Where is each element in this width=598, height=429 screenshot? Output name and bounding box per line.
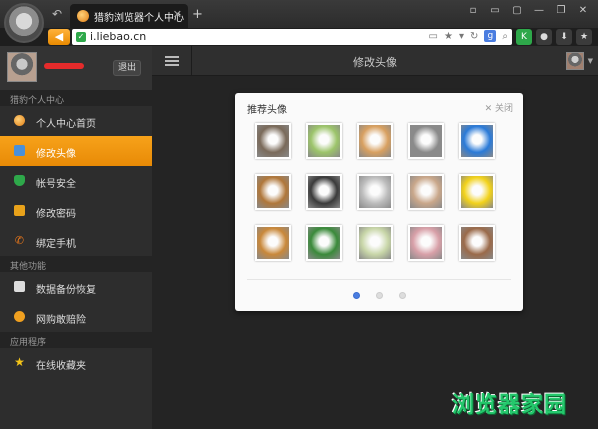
shield-icon — [14, 175, 25, 186]
avatar-option-frog[interactable] — [306, 123, 342, 159]
pagination — [235, 289, 523, 302]
sidebar-item-label: 帐号安全 — [36, 179, 76, 190]
sidebar: 退出 猎豹个人中心 个人中心首页 修改头像 帐号安全 修改密码 ✆ 绑定手机 其… — [0, 46, 152, 429]
section-other: 其他功能 — [0, 256, 152, 272]
coin-icon — [14, 311, 25, 322]
title-bar: ↶ 猎豹浏览器个人中心 ✕ + ▫ ▭ ▢ — ❐ ✕ — [0, 0, 598, 43]
avatar-option-bottle[interactable] — [357, 225, 393, 261]
minimize-button[interactable]: — — [530, 3, 548, 19]
sidebar-item-label: 修改密码 — [36, 209, 76, 220]
header-avatar[interactable] — [566, 52, 584, 70]
url-text: i.liebao.cn — [90, 30, 147, 43]
search-icon[interactable]: ⌕ — [502, 31, 508, 42]
avatar-option-camel[interactable] — [255, 174, 291, 210]
avatar-option-monkey[interactable] — [255, 123, 291, 159]
star-icon: ★ — [14, 355, 25, 369]
avatar-picker-dialog: 推荐头像 ✕ 关闭 — [235, 93, 523, 311]
browser-logo[interactable] — [4, 3, 44, 43]
restore-icon[interactable]: ▢ — [508, 3, 526, 19]
section-apps: 应用程序 — [0, 332, 152, 348]
sidebar-item-bookmarks[interactable]: ★ 在线收藏夹 — [0, 348, 152, 378]
menu-icon[interactable]: ▭ — [486, 3, 504, 19]
username-redacted — [44, 63, 84, 69]
reader-icon[interactable]: ▭ — [429, 31, 438, 42]
page-dot-1[interactable] — [352, 292, 360, 299]
avatar-option-spongebob[interactable] — [459, 174, 495, 210]
url-tools: ▭ ★ ▾ ↻ g ⌕ — [429, 30, 508, 42]
dropdown-icon[interactable]: ▾ — [459, 31, 464, 42]
liebao-favicon-icon — [77, 10, 89, 22]
main-content: 修改头像 ▼ 推荐头像 ✕ 关闭 — [152, 46, 598, 429]
address-bar: ◀ ✓ i.liebao.cn ▭ ★ ▾ ↻ g ⌕ K ● ⬇ ★ — [0, 28, 598, 46]
download-icon[interactable]: ⬇ — [556, 29, 572, 45]
phone-icon: ✆ — [14, 234, 25, 247]
new-tab-button[interactable]: + — [192, 7, 203, 22]
avatar-option-girl-bun[interactable] — [408, 174, 444, 210]
kingsoft-icon[interactable]: K — [516, 29, 532, 45]
sidebar-item-insurance[interactable]: 网购敢赔险 — [0, 302, 152, 332]
avatar-option-doraemon[interactable] — [459, 123, 495, 159]
sidebar-item-label: 个人中心首页 — [36, 119, 96, 130]
user-panel: 退出 — [0, 46, 152, 90]
sidebar-item-home[interactable]: 个人中心首页 — [0, 106, 152, 136]
sidebar-item-password[interactable]: 修改密码 — [0, 196, 152, 226]
skin-icon[interactable]: ▫ — [464, 3, 482, 19]
avatar-option-flower[interactable] — [408, 225, 444, 261]
avatar[interactable] — [7, 52, 37, 82]
divider — [247, 279, 511, 280]
sidebar-item-label: 修改头像 — [36, 149, 76, 160]
window-controls: ▫ ▭ ▢ — ❐ ✕ — [464, 3, 592, 19]
lock-icon — [14, 205, 25, 216]
lock-ext-icon[interactable]: ● — [536, 29, 552, 45]
page-dot-2[interactable] — [375, 292, 383, 299]
avatar-option-bw-figure[interactable] — [408, 123, 444, 159]
avatar-option-girl-hat[interactable] — [357, 123, 393, 159]
close-window-button[interactable]: ✕ — [574, 3, 592, 19]
url-field[interactable]: ✓ i.liebao.cn ▭ ★ ▾ ↻ g ⌕ — [72, 29, 512, 45]
sidebar-item-label: 绑定手机 — [36, 239, 76, 250]
page-title: 修改头像 — [353, 56, 397, 69]
sidebar-item-avatar[interactable]: 修改头像 — [0, 136, 152, 166]
watermark: 浏览器家园 — [452, 393, 568, 418]
sidebar-item-security[interactable]: 帐号安全 — [0, 166, 152, 196]
sidebar-item-phone[interactable]: ✆ 绑定手机 — [0, 226, 152, 256]
favorite-star-icon[interactable]: ★ — [444, 31, 453, 42]
extension-buttons: K ● ⬇ ★ — [516, 29, 592, 45]
tab-active[interactable]: 猎豹浏览器个人中心 ✕ — [70, 4, 188, 28]
tab-title: 猎豹浏览器个人中心 — [94, 13, 184, 24]
tab-close-icon[interactable]: ✕ — [173, 8, 182, 21]
dialog-close-button[interactable]: ✕ 关闭 — [485, 101, 513, 114]
avatar-option-bw-woman[interactable] — [357, 174, 393, 210]
section-personal: 猎豹个人中心 — [0, 90, 152, 106]
chevron-down-icon[interactable]: ▼ — [588, 57, 593, 65]
maximize-button[interactable]: ❐ — [552, 3, 570, 19]
avatar-option-brunette-girl[interactable] — [459, 225, 495, 261]
sidebar-item-label: 在线收藏夹 — [36, 361, 86, 372]
secure-check-icon: ✓ — [76, 32, 86, 42]
back-button[interactable]: ◀ — [48, 29, 70, 45]
home-icon — [14, 115, 25, 126]
dialog-title: 推荐头像 — [247, 105, 287, 116]
logout-button[interactable]: 退出 — [113, 60, 141, 76]
main-header: 修改头像 ▼ — [152, 46, 598, 76]
favorites-icon[interactable]: ★ — [576, 29, 592, 45]
sidebar-item-label: 数据备份恢复 — [36, 285, 96, 296]
avatar-option-tiger[interactable] — [255, 225, 291, 261]
undo-close-tab-icon[interactable]: ↶ — [52, 7, 62, 21]
sidebar-item-backup[interactable]: 数据备份恢复 — [0, 272, 152, 302]
sidebar-item-label: 网购敢赔险 — [36, 315, 86, 326]
backup-icon — [14, 281, 25, 292]
search-engine-icon[interactable]: g — [484, 30, 497, 42]
avatar-option-green-monster[interactable] — [306, 225, 342, 261]
avatar-option-man-portrait[interactable] — [306, 174, 342, 210]
page-dot-3[interactable] — [398, 292, 406, 299]
refresh-icon[interactable]: ↻ — [470, 31, 478, 42]
user-icon — [14, 145, 25, 156]
